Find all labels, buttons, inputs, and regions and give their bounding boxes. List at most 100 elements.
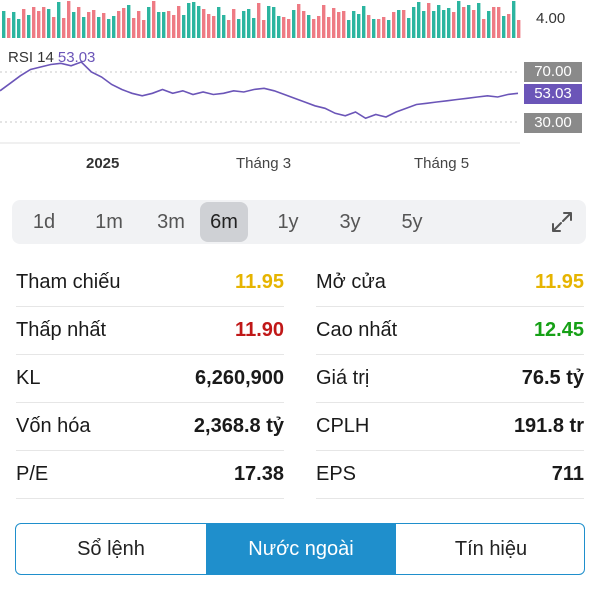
volume-bar <box>57 2 61 38</box>
volume-bar <box>282 17 286 38</box>
volume-bar <box>247 9 251 38</box>
volume-bar <box>152 1 156 38</box>
volume-bar <box>147 7 151 38</box>
volume-bar <box>257 3 261 38</box>
timeframe-3y[interactable]: 3y <box>324 200 376 244</box>
timeframe-1m[interactable]: 1m <box>78 200 140 244</box>
stat-label-mo-cua: Mở cửa <box>316 271 386 293</box>
volume-bar <box>362 6 366 38</box>
volume-bar <box>62 18 66 38</box>
volume-bar <box>137 11 141 38</box>
volume-bar <box>117 11 121 38</box>
tab-nuoc-ngoai[interactable]: Nước ngoài <box>206 524 396 574</box>
volume-bar <box>182 15 186 38</box>
volume-bar <box>267 6 271 38</box>
volume-bar <box>252 18 256 38</box>
volume-bar <box>157 12 161 38</box>
volume-bar <box>22 9 26 38</box>
timeframe-6m[interactable]: 6m <box>200 202 248 242</box>
timeframe-5y[interactable]: 5y <box>386 200 438 244</box>
x-label-2025: 2025 <box>86 155 120 172</box>
volume-bar <box>127 5 131 38</box>
volume-bar <box>402 10 406 38</box>
volume-bar <box>512 1 516 38</box>
volume-bar <box>87 12 91 38</box>
volume-bar <box>482 19 486 38</box>
volume-bar <box>462 7 466 38</box>
tab-tin-hieu[interactable]: Tín hiệu <box>396 524 584 574</box>
volume-bar <box>377 19 381 38</box>
volume-bar <box>322 5 326 38</box>
volume-bar <box>387 20 391 38</box>
volume-bar <box>327 17 331 38</box>
volume-bar <box>452 12 456 38</box>
rsi-title: RSI 14 53.03 <box>8 49 95 66</box>
stat-label-thap-nhat: Thấp nhất <box>16 319 107 341</box>
tab-so-lenh[interactable]: Sổ lệnh <box>16 524 206 574</box>
price-rsi-chart[interactable]: 4.00 RSI 14 53.03 70.00 53.03 30.00 2025 … <box>0 0 600 180</box>
price-axis-label: 4.00 <box>536 10 566 27</box>
volume-bar <box>212 16 216 38</box>
stat-label-tham-chieu: Tham chiếu <box>16 271 121 293</box>
volume-bar <box>27 15 31 38</box>
rsi-line <box>0 61 519 120</box>
volume-bar <box>52 17 56 38</box>
rsi-lower-badge: 30.00 <box>524 113 582 133</box>
volume-bar <box>467 5 471 38</box>
volume-bar <box>382 17 386 38</box>
volume-bar <box>287 19 291 38</box>
stat-value-von-hoa: 2,368.8 tỷ <box>193 415 284 437</box>
volume-bar <box>172 15 176 38</box>
timeframe-1d[interactable]: 1d <box>18 200 70 244</box>
volume-bar <box>442 10 446 38</box>
volume-bar <box>367 15 371 38</box>
stat-value-cao-nhat: 12.45 <box>533 319 584 341</box>
stat-row: Giá trị 76.5 tỷ <box>316 355 584 403</box>
stat-row: Thấp nhất 11.90 <box>16 307 284 355</box>
stat-row: Mở cửa 11.95 <box>316 259 584 307</box>
stat-row: P/E 17.38 <box>16 451 284 499</box>
volume-bar <box>132 18 136 38</box>
expand-icon[interactable] <box>550 210 574 234</box>
volume-bar <box>457 1 461 38</box>
stat-row: Vốn hóa 2,368.8 tỷ <box>16 403 284 451</box>
volume-bar <box>192 2 196 38</box>
volume-bar <box>197 6 201 38</box>
stat-row: Tham chiếu 11.95 <box>16 259 284 307</box>
volume-bar <box>342 11 346 38</box>
volume-bar <box>307 15 311 38</box>
volume-bar <box>122 8 126 38</box>
volume-bar <box>2 11 6 38</box>
rsi-upper-badge: 70.00 <box>524 62 582 82</box>
volume-bar <box>357 14 361 38</box>
stat-value-mo-cua: 11.95 <box>535 271 584 293</box>
volume-bar <box>237 19 241 38</box>
volume-bar <box>167 11 171 38</box>
timeframe-3m[interactable]: 3m <box>140 200 202 244</box>
volume-bar <box>217 7 221 38</box>
volume-bar <box>102 13 106 38</box>
stat-label-gia-tri: Giá trị <box>316 367 370 389</box>
timeframe-1y[interactable]: 1y <box>262 200 314 244</box>
stat-value-pe: 17.38 <box>233 463 284 485</box>
volume-bar <box>347 20 351 38</box>
volume-bar <box>67 1 71 38</box>
volume-bar <box>312 19 316 38</box>
volume-bar <box>492 7 496 38</box>
volume-bar <box>297 4 301 38</box>
volume-bar <box>517 20 521 38</box>
volume-bar <box>92 10 96 38</box>
volume-bar <box>277 16 281 38</box>
volume-bar <box>332 8 336 38</box>
volume-bar <box>72 12 76 38</box>
volume-bar <box>397 10 401 38</box>
volume-bar <box>437 5 441 38</box>
volume-bar <box>12 12 16 38</box>
stat-row: EPS 711 <box>316 451 584 499</box>
x-label-thang-5: Tháng 5 <box>414 155 470 172</box>
volume-bar <box>37 11 41 38</box>
stat-value-thap-nhat: 11.90 <box>235 319 284 341</box>
detail-tabs: Sổ lệnh Nước ngoài Tín hiệu <box>15 523 585 575</box>
volume-bar <box>417 2 421 38</box>
stat-value-eps: 711 <box>551 463 584 485</box>
